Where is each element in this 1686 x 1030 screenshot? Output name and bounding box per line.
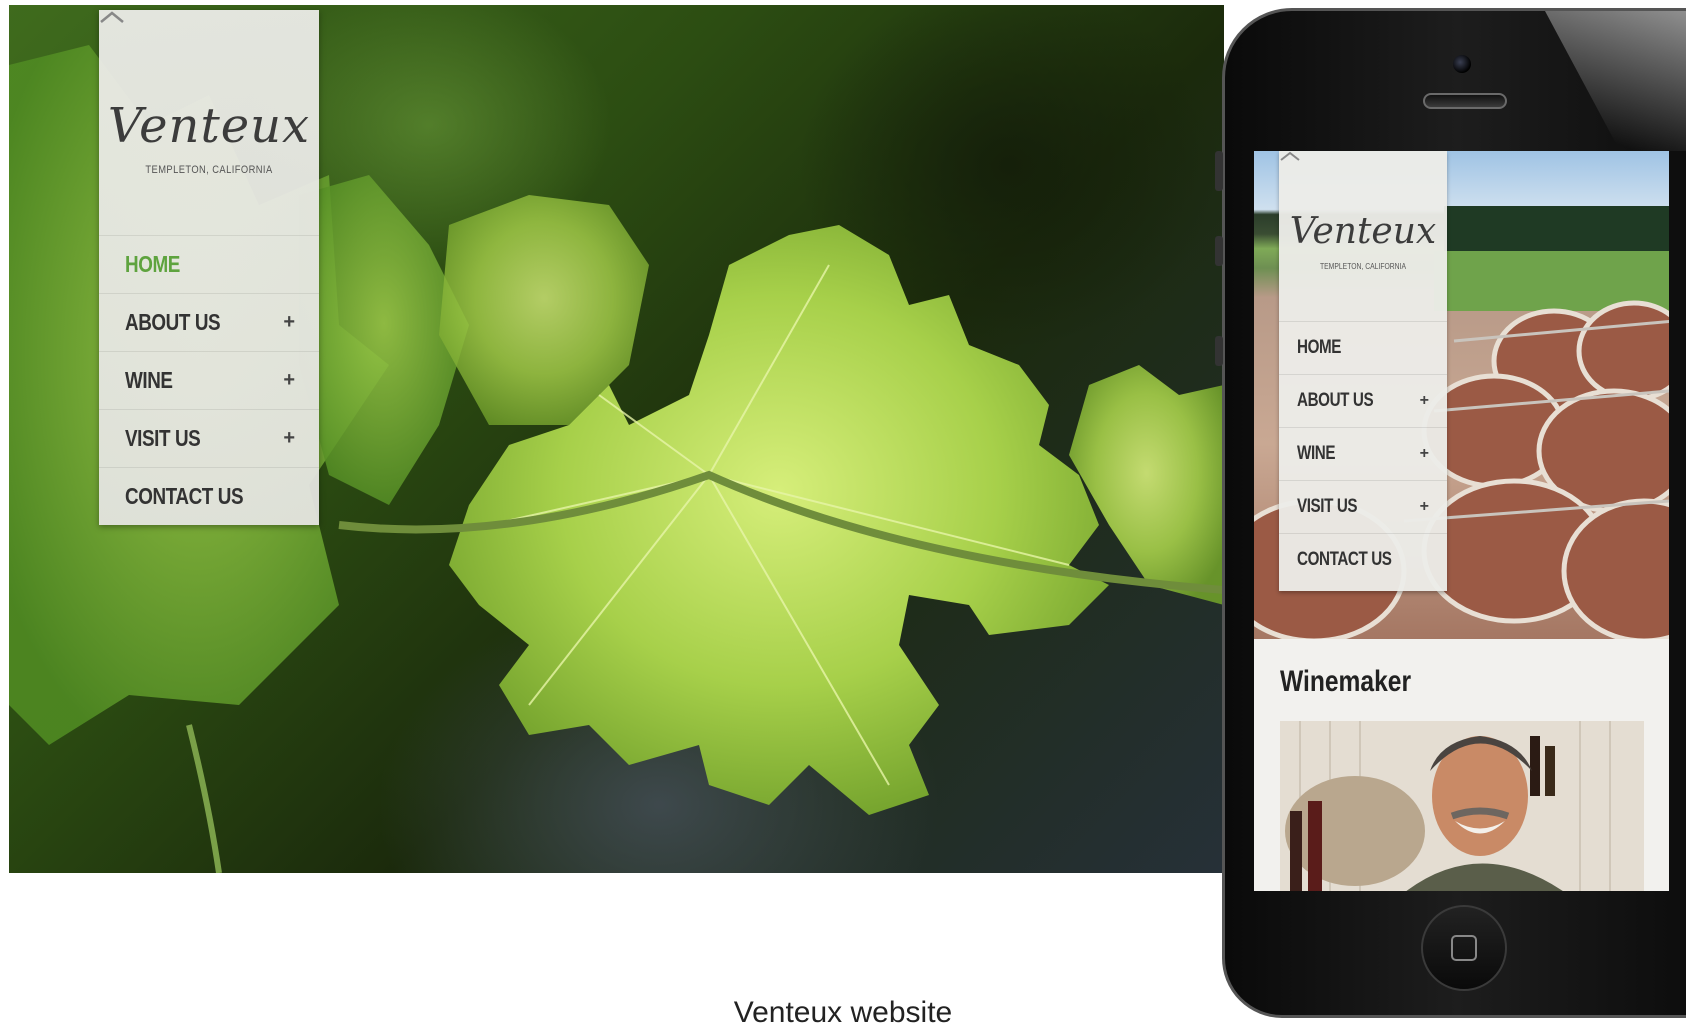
earpiece-speaker [1423, 93, 1507, 109]
mobile-menu-item-visit-us[interactable]: VISIT US + [1279, 480, 1447, 533]
mobile-menu-item-wine[interactable]: WINE + [1279, 427, 1447, 480]
volume-down-button [1215, 336, 1223, 366]
plus-icon[interactable]: + [1420, 445, 1429, 463]
brand-location: TEMPLETON, CALIFORNIA [145, 164, 273, 176]
desktop-hero-image: Venteux TEMPLETON, CALIFORNIA HOME ABOUT … [9, 5, 1224, 873]
winemaker-portrait [1280, 721, 1644, 891]
menu-item-label: VISIT US [125, 425, 201, 451]
plus-icon[interactable]: + [1420, 498, 1429, 516]
mobile-menu-item-label: CONTACT US [1297, 549, 1392, 570]
mobile-menu-item-about-us[interactable]: ABOUT US + [1279, 374, 1447, 427]
menu-item-label: CONTACT US [125, 483, 244, 509]
phone-glare [1545, 11, 1686, 151]
mobile-hero-image: Venteux TEMPLETON, CALIFORNIA HOME ABOUT … [1254, 151, 1669, 639]
phone-mockup: Venteux TEMPLETON, CALIFORNIA HOME ABOUT … [1215, 8, 1686, 1018]
mobile-brand-location: TEMPLETON, CALIFORNIA [1319, 262, 1407, 271]
mobile-menu-item-label: WINE [1297, 443, 1336, 464]
plus-icon[interactable]: + [283, 311, 295, 334]
chevron-up-icon[interactable] [99, 10, 125, 24]
phone-screen: Venteux TEMPLETON, CALIFORNIA HOME ABOUT … [1254, 151, 1669, 891]
menu-item-label: HOME [125, 251, 180, 277]
home-button-icon [1451, 935, 1477, 961]
front-camera [1453, 55, 1471, 73]
home-button[interactable] [1421, 905, 1507, 991]
volume-up-button [1215, 236, 1223, 266]
mobile-menu-item-home[interactable]: HOME [1279, 321, 1447, 374]
mobile-side-menu: Venteux TEMPLETON, CALIFORNIA HOME ABOUT … [1279, 151, 1447, 591]
mobile-menu-item-contact-us[interactable]: CONTACT US [1279, 533, 1447, 586]
menu-item-contact-us[interactable]: CONTACT US [99, 467, 319, 525]
mobile-menu-item-label: ABOUT US [1297, 390, 1374, 411]
menu-item-about-us[interactable]: ABOUT US + [99, 293, 319, 351]
desktop-side-menu: Venteux TEMPLETON, CALIFORNIA HOME ABOUT … [99, 10, 319, 525]
mobile-brand-logo[interactable]: Venteux [1279, 211, 1447, 252]
menu-item-home[interactable]: HOME [99, 235, 319, 293]
mobile-nav-list: HOME ABOUT US + WINE + VISIT US + CONTACT US [1279, 321, 1447, 586]
desktop-nav-list: HOME ABOUT US + WINE + VISIT US + CONTACT US [99, 235, 319, 525]
menu-item-wine[interactable]: WINE + [99, 351, 319, 409]
mobile-menu-item-label: VISIT US [1297, 496, 1358, 517]
menu-item-label: ABOUT US [125, 309, 221, 335]
plus-icon[interactable]: + [1420, 392, 1429, 410]
mobile-menu-item-label: HOME [1297, 337, 1341, 358]
section-title: Winemaker [1280, 665, 1412, 698]
chevron-up-icon[interactable] [1279, 151, 1301, 162]
plus-icon[interactable]: + [283, 427, 295, 450]
menu-item-visit-us[interactable]: VISIT US + [99, 409, 319, 467]
winemaker-photo [1280, 721, 1644, 891]
brand-logo[interactable]: Venteux [99, 98, 319, 154]
mute-switch [1215, 151, 1223, 191]
plus-icon[interactable]: + [283, 369, 295, 392]
page-caption: Venteux website [733, 996, 953, 1029]
menu-item-label: WINE [125, 367, 173, 393]
